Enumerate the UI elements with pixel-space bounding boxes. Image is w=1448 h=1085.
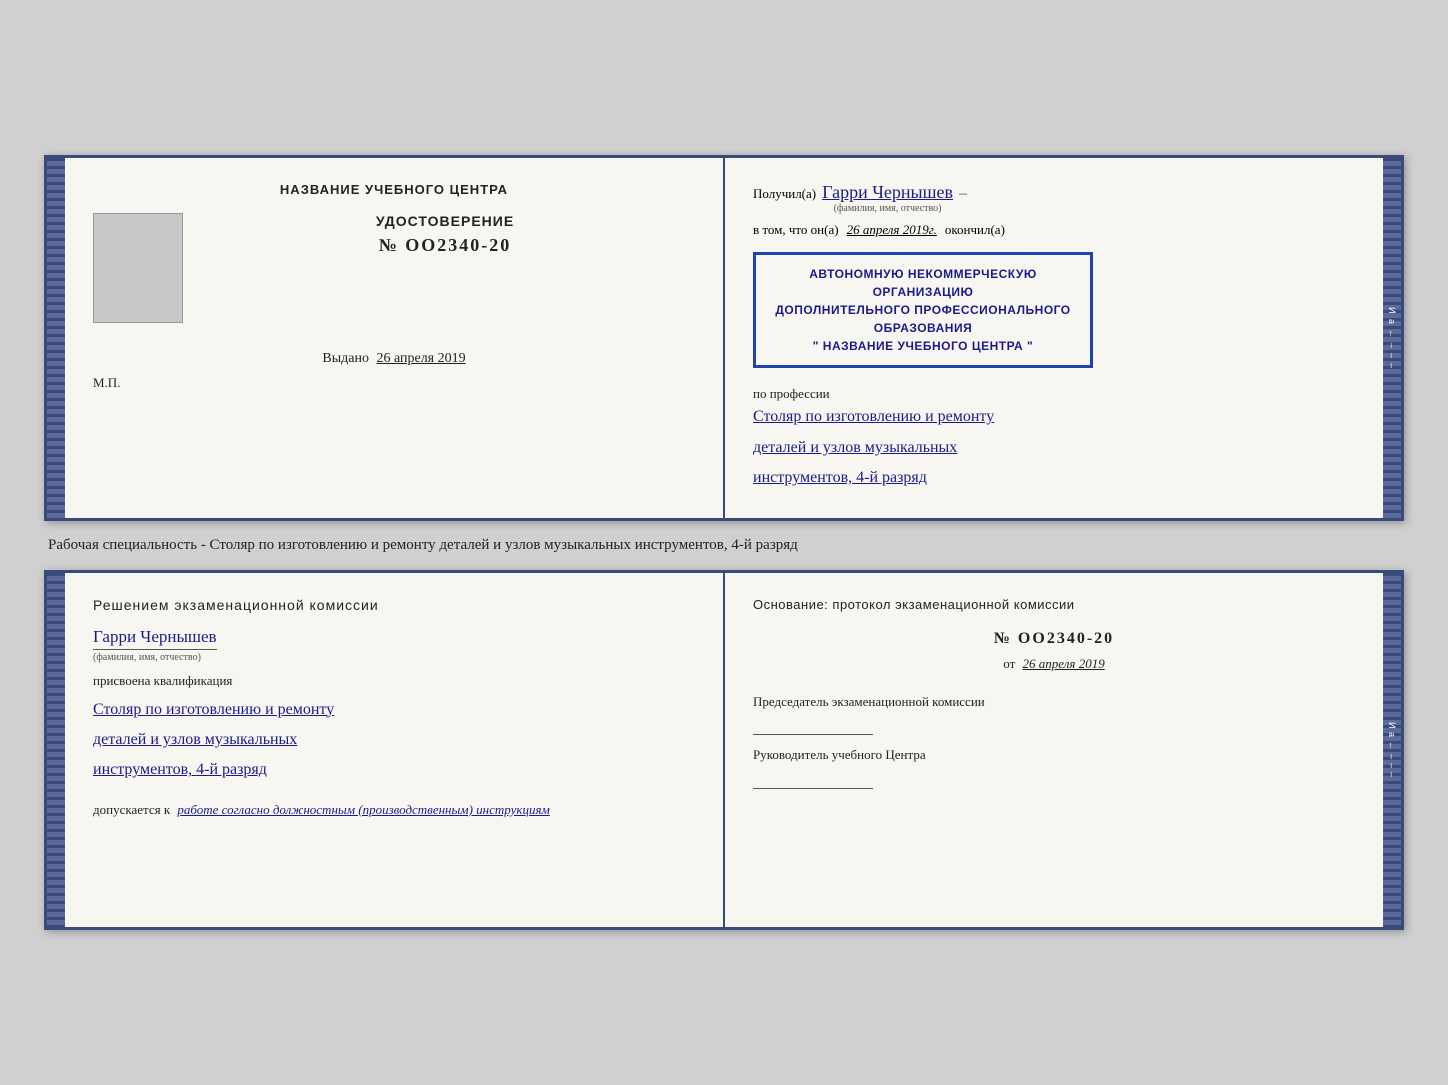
spine-text-И: И [1387,307,1397,314]
top-document: НАЗВАНИЕ УЧЕБНОГО ЦЕНТРА УДОСТОВЕРЕНИЕ №… [44,155,1404,520]
decision-name: Гарри Чернышев [93,627,217,650]
dash1: – [959,185,967,203]
top-left-panel: НАЗВАНИЕ УЧЕБНОГО ЦЕНТРА УДОСТОВЕРЕНИЕ №… [65,158,725,517]
stamp-line1: АВТОНОМНУЮ НЕКОММЕРЧЕСКУЮ ОРГАНИЗАЦИЮ [772,265,1074,301]
spine-text-d3: – [1387,363,1397,369]
issued-line: Выдано 26 апреля 2019 [322,351,465,367]
decision-fio-label: (фамилия, имя, отчество) [93,652,695,663]
vtom-line: в том, что он(а) 26 апреля 2019г. окончи… [753,222,1355,238]
date-value: 26 апреля 2019 [1023,656,1105,671]
spine-d6: – [1387,772,1397,777]
allow-prefix: допускается к [93,802,170,817]
cert-photo [93,213,183,323]
top-right-panel: Получил(а) Гарри Чернышев (фамилия, имя,… [725,158,1383,517]
recipient-name: Гарри Чернышев [822,182,953,203]
bottom-document: Решением экзаменационной комиссии Гарри … [44,570,1404,930]
fio-label: (фамилия, имя, отчество) [834,203,942,214]
date-prefix: от [1003,656,1015,671]
stamp-line3: " НАЗВАНИЕ УЧЕБНОГО ЦЕНТРА " [772,337,1074,355]
mp-label: М.П. [93,375,120,391]
spine-right-top: И а ← – – – [1383,158,1401,517]
vtom-prefix: в том, что он(а) [753,222,839,238]
spine-text-a: а [1387,319,1397,325]
received-line: Получил(а) Гарри Чернышев (фамилия, имя,… [753,182,1355,214]
bottom-left-panel: Решением экзаменационной комиссии Гарри … [65,573,725,927]
spine-left-bottom [47,573,65,927]
qual-line2: деталей и узлов музыкальных [93,725,695,755]
profession-line2: деталей и узлов музыкальных [753,433,1355,463]
spine-right-bottom: И а ← – – – [1383,573,1401,927]
profession-text: Столяр по изготовлению и ремонту деталей… [753,402,1355,493]
stamp-line2: ДОПОЛНИТЕЛЬНОГО ПРОФЕССИОНАЛЬНОГО ОБРАЗО… [772,301,1074,337]
profession-line1: Столяр по изготовлению и ремонту [753,402,1355,432]
cert-number: № OO2340-20 [379,235,512,256]
specialty-text: Рабочая специальность - Столяр по изгото… [48,537,798,553]
issued-label: Выдано [322,351,369,366]
basis-date: от 26 апреля 2019 [753,656,1355,672]
specialty-label: Рабочая специальность - Столяр по изгото… [48,537,1404,554]
issued-date: 26 апреля 2019 [376,351,465,366]
cert-main-title: УДОСТОВЕРЕНИЕ [376,213,514,229]
chairman-signature-line [753,715,873,735]
spine-И: И [1387,722,1397,728]
director-title: Руководитель учебного Центра [753,745,1355,765]
decision-title: Решением экзаменационной комиссии [93,597,695,613]
basis-title: Основание: протокол экзаменационной коми… [753,597,1355,612]
chairman-title: Председатель экзаменационной комиссии [753,692,1355,712]
top-center-title: НАЗВАНИЕ УЧЕБНОГО ЦЕНТРА [280,182,508,197]
qual-line3: инструментов, 4-й разряд [93,755,695,785]
profession-line3: инструментов, 4-й разряд [753,463,1355,493]
received-prefix: Получил(а) [753,186,816,202]
allow-text: работе согласно должностным (производств… [177,802,549,817]
name-group: Гарри Чернышев (фамилия, имя, отчество) [822,182,953,214]
okончil: окончил(а) [945,222,1005,238]
vtom-date: 26 апреля 2019г. [847,222,937,238]
qual-line1: Столяр по изготовлению и ремонту [93,695,695,725]
spine-a: а [1387,732,1397,737]
profession-label: по профессии [753,386,1355,402]
decision-qualification: Столяр по изготовлению и ремонту деталей… [93,695,695,786]
spine-d4: – [1387,754,1397,759]
spine-arrow2: ← [1387,741,1397,750]
spine-d5: – [1387,763,1397,768]
director-signature-line [753,769,873,789]
spine-text-arrow: ← [1387,329,1397,339]
basis-number: № OO2340-20 [753,630,1355,648]
spine-text-d1: – [1387,343,1397,349]
director-block: Руководитель учебного Центра [753,745,1355,789]
allow-block: допускается к работе согласно должностны… [93,802,695,818]
decision-name-group: Гарри Чернышев (фамилия, имя, отчество) [93,627,695,663]
spine-left [47,158,65,517]
stamp-box: АВТОНОМНУЮ НЕКОММЕРЧЕСКУЮ ОРГАНИЗАЦИЮ ДО… [753,252,1093,368]
bottom-right-panel: Основание: протокол экзаменационной коми… [725,573,1383,927]
chairman-block: Председатель экзаменационной комиссии [753,692,1355,736]
decision-assigned: присвоена квалификация [93,673,695,689]
spine-text-d2: – [1387,353,1397,359]
